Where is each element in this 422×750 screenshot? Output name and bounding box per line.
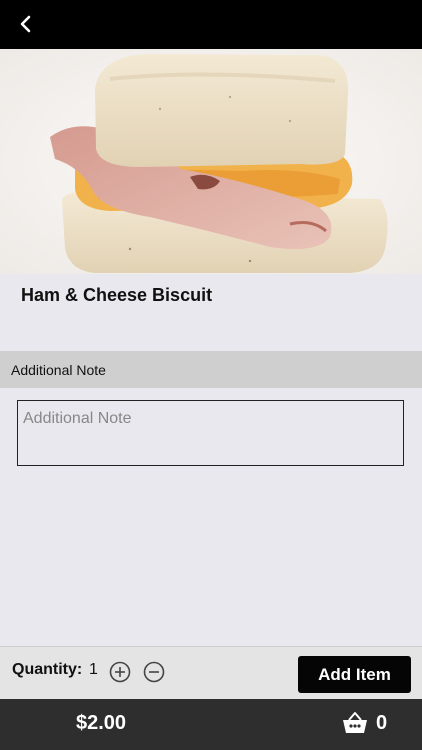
back-button[interactable] <box>14 12 38 36</box>
top-bar <box>0 0 422 49</box>
basket-icon[interactable] <box>342 711 368 735</box>
total-price: $2.00 <box>76 712 127 734</box>
product-title: Ham & Cheese Biscuit <box>21 285 213 305</box>
chevron-left-icon <box>20 15 31 33</box>
product-image <box>0 49 422 274</box>
additional-note-input[interactable] <box>17 400 404 466</box>
quantity-bar: Quantity: 1 Add Item <box>0 646 422 700</box>
biscuit-illustration <box>0 49 422 274</box>
quantity-label: Quantity: <box>12 661 83 678</box>
quantity-value: 1 <box>89 661 98 678</box>
cart-count: 0 <box>376 712 388 734</box>
additional-note-header: Additional Note <box>0 351 422 388</box>
plus-circle-icon[interactable] <box>109 661 131 683</box>
add-item-button[interactable]: Add Item <box>298 656 411 693</box>
additional-note-header-label: Additional Note <box>11 361 106 378</box>
minus-circle-icon[interactable] <box>143 661 165 683</box>
bottom-bar: $2.00 0 <box>0 699 422 750</box>
